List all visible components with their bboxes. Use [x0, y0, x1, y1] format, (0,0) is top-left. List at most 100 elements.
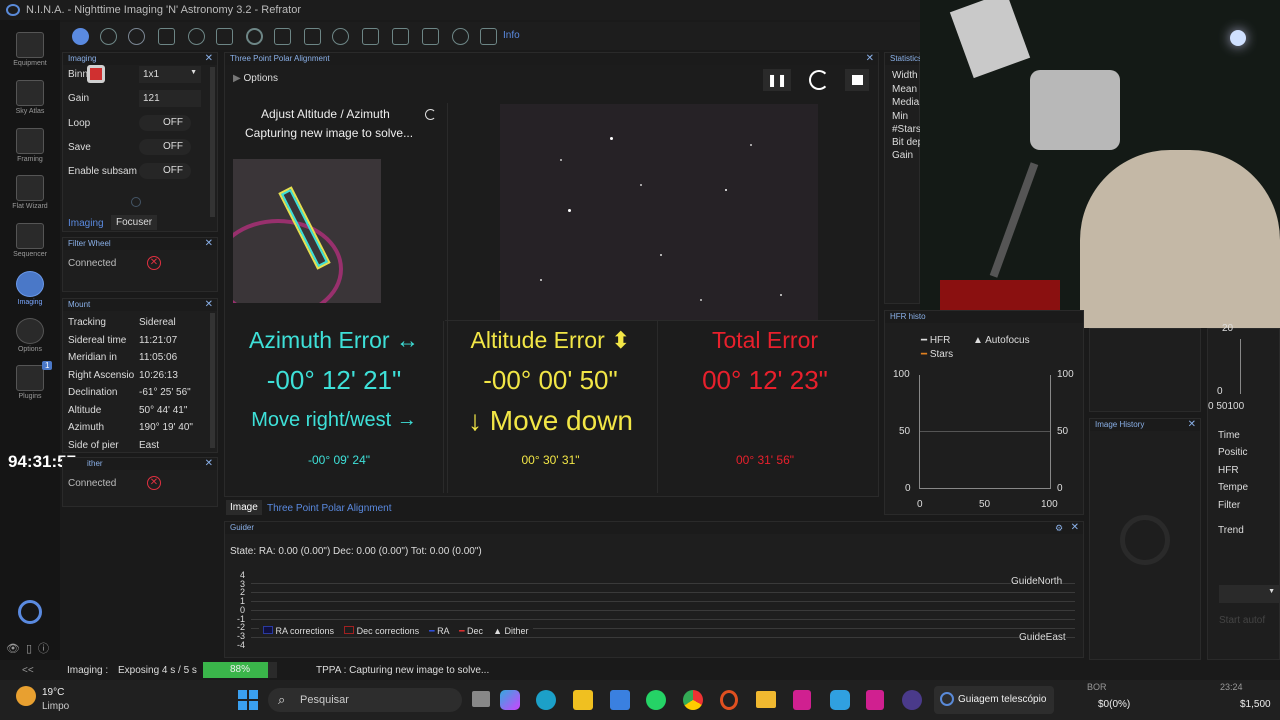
status-exposing: Exposing 4 s / 5 s [118, 665, 197, 676]
search-box[interactable]: ⌕ Pesquisar [268, 688, 462, 712]
copilot-icon[interactable] [500, 690, 520, 710]
plate-solve-thumbnail [233, 159, 381, 303]
mount-label: Meridian in [68, 352, 117, 363]
camera-tool-icon[interactable] [72, 28, 89, 45]
telescope-tool-icon[interactable] [216, 28, 233, 45]
nina-taskbar-icon[interactable] [902, 690, 922, 710]
af-label: Filter [1218, 500, 1241, 511]
sidebar-item-options[interactable]: Options [0, 318, 60, 353]
divider [445, 320, 875, 321]
rotator-tool-icon[interactable] [188, 28, 205, 45]
pause-button[interactable]: ❚❚ [763, 69, 791, 91]
mount-label: Declination [68, 387, 118, 398]
af-label: Positic [1218, 447, 1248, 458]
sidebar-item-plugins[interactable]: Plugins 1 [0, 361, 60, 400]
app-pink-icon[interactable] [793, 690, 811, 710]
tray-time: 23:24 [1220, 682, 1243, 692]
close-icon[interactable]: ✕ [205, 299, 213, 311]
tab-three-point-polar-alignment[interactable]: Three Point Polar Alignment [267, 503, 392, 514]
filter-wheel-tool-icon[interactable] [100, 28, 117, 45]
binning-select[interactable]: 1x1 ▼ [139, 66, 201, 83]
sidebar-item-imaging[interactable]: Imaging [0, 271, 60, 306]
af-select[interactable]: ▼ [1219, 585, 1279, 603]
step-spinner-icon [425, 109, 436, 120]
shield-tool-icon[interactable] [480, 28, 497, 45]
crop-tool-icon[interactable] [158, 28, 175, 45]
app-icon[interactable] [610, 690, 630, 710]
disconnected-icon[interactable]: ✕ [147, 476, 161, 490]
close-icon[interactable]: ✕ [205, 53, 213, 65]
tab-focuser[interactable]: Focuser [111, 215, 158, 230]
taskbar: 19°C Limpo ⌕ Pesquisar Guiagem telescópi… [0, 680, 1280, 720]
edge-icon[interactable] [536, 690, 556, 710]
stop-button[interactable] [845, 69, 869, 91]
busy-spinner-icon [809, 70, 829, 90]
tab-imaging[interactable]: Imaging [68, 218, 104, 229]
disconnected-icon[interactable]: ✕ [147, 256, 161, 270]
sidebar-item-sky-atlas[interactable]: Sky Atlas [0, 80, 60, 115]
list-tool-icon[interactable] [274, 28, 291, 45]
close-icon[interactable]: ✕ [205, 458, 213, 470]
gain-input[interactable]: 121 [139, 90, 201, 107]
app-pink2-icon[interactable] [866, 690, 884, 710]
bulb-tool-icon[interactable] [452, 28, 469, 45]
windows-start-icon[interactable] [238, 690, 258, 710]
bar-chart-tool-icon[interactable] [392, 28, 409, 45]
altitude-error-heading: Altitude Error ⬍ [470, 327, 631, 353]
y-tick-right: 50 [1057, 426, 1069, 437]
wave-tool-icon[interactable] [422, 28, 439, 45]
image-history-title: Image History ✕ [1090, 419, 1200, 431]
loop-toggle[interactable]: OFF [139, 115, 191, 131]
af-label: Tempe [1218, 482, 1249, 493]
help-icons[interactable]: 👁▯ⓘ [6, 640, 55, 656]
scrollbar[interactable] [210, 313, 215, 448]
sidebar-item-flat-wizard[interactable]: Flat Wizard [0, 175, 60, 210]
info-label[interactable]: Info [503, 30, 520, 41]
close-icon[interactable]: ✕ [1071, 522, 1079, 534]
sidebar-item-equipment[interactable]: Equipment [0, 32, 60, 67]
chrome-icon[interactable] [683, 690, 703, 710]
app-thumbnail-icon [87, 65, 105, 83]
store-icon[interactable] [573, 690, 593, 710]
save-toggle[interactable]: OFF [139, 139, 191, 155]
start-autofocus-button[interactable]: Start autof [1219, 615, 1265, 626]
scrollbar[interactable] [210, 67, 215, 217]
target-tool-icon[interactable] [246, 28, 263, 45]
flat-wizard-icon [16, 175, 44, 201]
sliders-tool-icon[interactable] [304, 28, 321, 45]
guider-title: Guider ✕ [225, 522, 1083, 534]
sidebar-item-framing[interactable]: Framing [0, 128, 60, 163]
sidebar: Equipment Sky Atlas Framing Flat Wizard … [0, 20, 60, 660]
mount-label: Azimuth [68, 422, 105, 433]
hfr-plot-area [919, 375, 1051, 489]
options-expander[interactable]: ▶ Options [233, 73, 278, 84]
status-tppa: TPPA : Capturing new image to solve... [316, 665, 490, 676]
task-view-icon[interactable] [472, 691, 490, 707]
active-window-tab[interactable]: Guiagem telescópio [934, 686, 1054, 714]
close-icon[interactable]: ✕ [866, 53, 874, 65]
guider-settings-icon[interactable]: ⚙ [1055, 523, 1063, 534]
close-icon[interactable]: ✕ [1188, 419, 1196, 431]
sidebar-item-sequencer[interactable]: Sequencer [0, 223, 60, 258]
subsample-toggle[interactable]: OFF [139, 163, 191, 179]
folder-icon[interactable] [756, 691, 776, 708]
opera-icon[interactable] [720, 690, 738, 710]
close-icon[interactable]: ✕ [205, 238, 213, 250]
app-blue-icon[interactable] [830, 690, 850, 710]
dome-tool-icon[interactable] [332, 28, 349, 45]
power-icon[interactable] [18, 600, 42, 624]
capture-icon[interactable] [131, 197, 141, 207]
tab-image[interactable]: Image [226, 500, 262, 515]
collapse-button[interactable]: << [22, 665, 34, 676]
y-tick-right: 0 [1057, 483, 1063, 494]
azimuth-error-heading: Azimuth Error ↔ [249, 327, 419, 353]
whatsapp-icon[interactable] [646, 690, 666, 710]
legend-hfr: ━ HFR [921, 335, 951, 346]
house-tool-icon[interactable] [362, 28, 379, 45]
filter-wheel-title: Filter Wheel ✕ [63, 238, 217, 250]
altitude-detail: 00° 30' 31" [521, 453, 580, 467]
stat-label: Media [892, 97, 920, 108]
focuser-tool-icon[interactable] [128, 28, 145, 45]
guide-east-label: GuideEast [1019, 632, 1066, 643]
mount-value: -61° 25' 56" [139, 387, 191, 398]
